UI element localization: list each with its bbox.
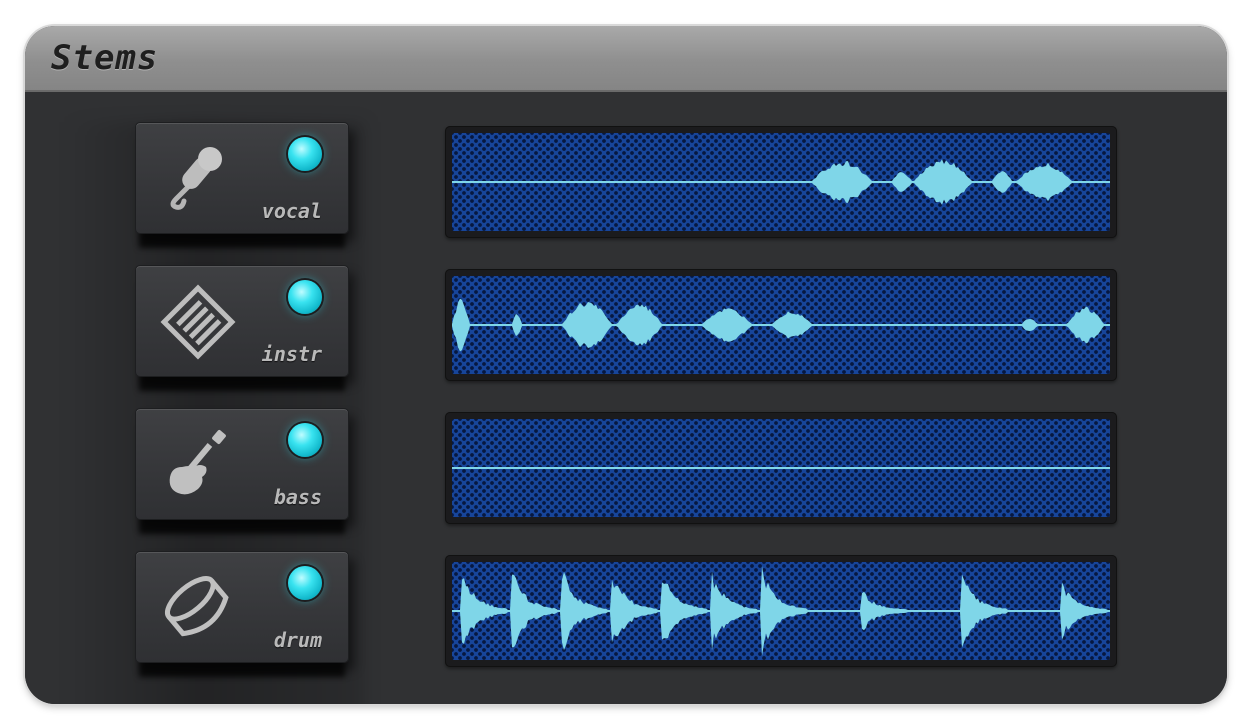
stem-label-drum: drum	[273, 628, 322, 652]
stem-button-instr[interactable]: instr	[135, 265, 349, 377]
waveform-display-instr[interactable]	[445, 269, 1117, 381]
microphone-icon	[158, 137, 238, 217]
stem-label-bass: bass	[273, 485, 322, 509]
stems-content: vocal instr bass drum	[25, 92, 1227, 704]
waveform-screen	[452, 133, 1110, 231]
stem-led-vocal[interactable]	[288, 137, 322, 171]
stem-led-instr[interactable]	[288, 280, 322, 314]
waveform-vocal	[452, 159, 1110, 205]
stem-button-vocal[interactable]: vocal	[135, 122, 349, 234]
stem-label-vocal: vocal	[261, 199, 322, 223]
waveform-drum	[452, 565, 1110, 657]
drum-icon	[158, 566, 238, 646]
waveform-shape	[452, 467, 1108, 469]
stem-button-bass[interactable]: bass	[135, 408, 349, 520]
waveform-display-drum[interactable]	[445, 555, 1117, 667]
waveform-shape	[452, 159, 1108, 205]
keyboard-icon	[158, 280, 238, 360]
stem-led-bass[interactable]	[288, 423, 322, 457]
waveform-display-vocal[interactable]	[445, 126, 1117, 238]
waveform-bass	[452, 467, 1110, 469]
stems-panel: Stems vocal instr bass drum	[25, 26, 1227, 704]
guitar-icon	[158, 423, 238, 503]
title-bar: Stems	[25, 26, 1227, 92]
waveform-shape	[452, 298, 1108, 352]
waveform-screen	[452, 419, 1110, 517]
waveform-instr	[452, 298, 1110, 352]
stem-label-instr: instr	[261, 342, 322, 366]
panel-title: Stems	[51, 38, 159, 78]
waveform-screen	[452, 562, 1110, 660]
waveform-display-bass[interactable]	[445, 412, 1117, 524]
waveform-screen	[452, 276, 1110, 374]
stem-button-drum[interactable]: drum	[135, 551, 349, 663]
stem-led-drum[interactable]	[288, 566, 322, 600]
waveform-shape	[452, 565, 1108, 657]
